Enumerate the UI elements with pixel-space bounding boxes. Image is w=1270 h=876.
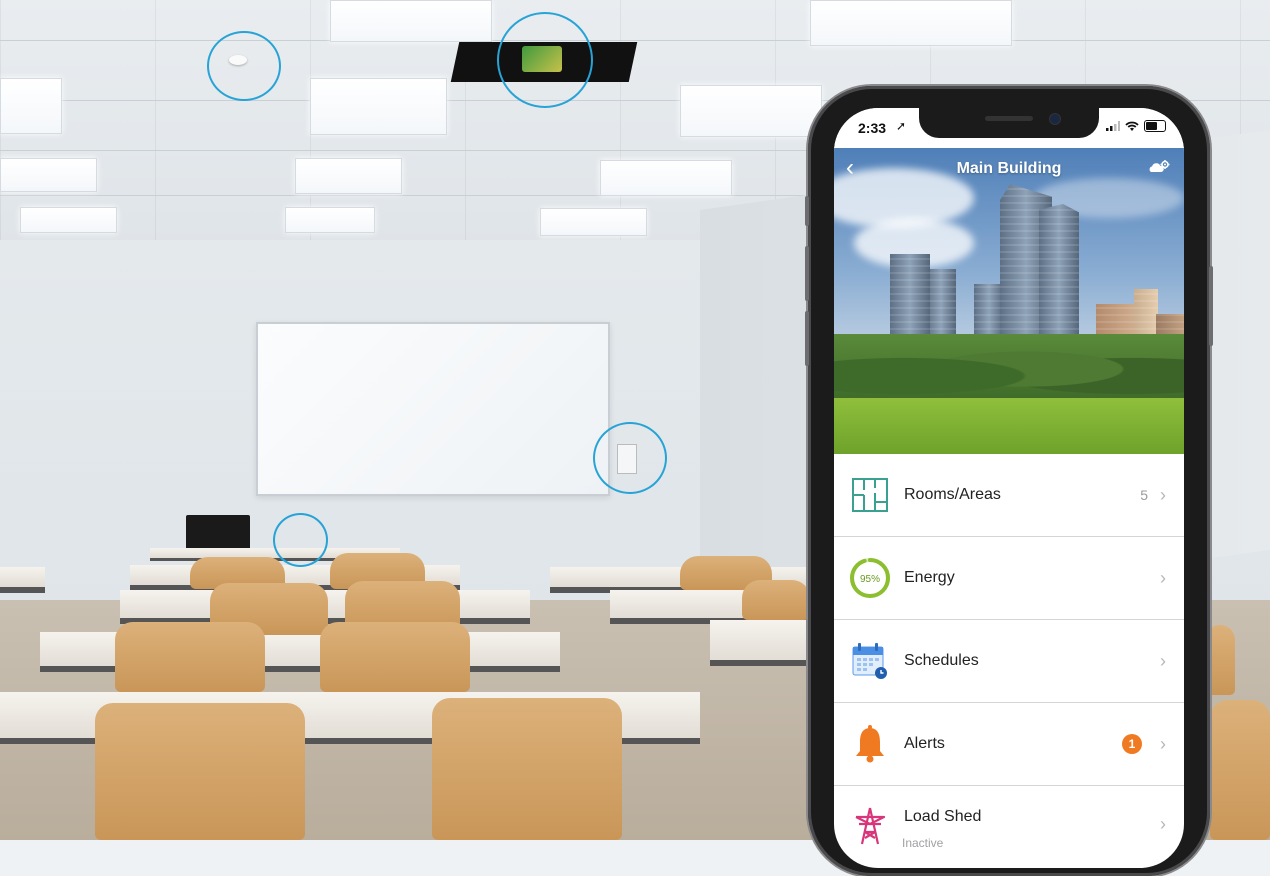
ceiling-light [20, 207, 117, 233]
student-desk [710, 620, 810, 666]
energy-percent-label: 95% [860, 574, 880, 585]
building-hero-image [834, 148, 1184, 454]
phone-screen: 2:33 ➚ ‹ Main Building Rooms/Areas 5 › 9… [834, 108, 1184, 868]
wifi-icon [1125, 121, 1139, 131]
chevron-right-icon: › [1160, 650, 1166, 671]
menu-item-load-shed[interactable]: Load Shed Inactive › [834, 786, 1184, 868]
page-title: Main Building [956, 160, 1062, 177]
ceiling-light [540, 208, 647, 236]
chair [320, 622, 470, 692]
ceiling-light [310, 78, 447, 135]
status-time: 2:33 [858, 120, 887, 136]
phone-volume-button [805, 311, 809, 366]
chevron-right-icon: › [1160, 814, 1166, 834]
signal-icon [1106, 121, 1120, 131]
chair [742, 580, 810, 620]
phone-volume-button [805, 246, 809, 301]
menu-item-label: Rooms/Areas [904, 486, 1001, 503]
battery-icon [1144, 120, 1166, 132]
menu-item-rooms-areas[interactable]: Rooms/Areas 5 › [834, 454, 1184, 537]
speaker-grille [985, 116, 1033, 121]
phone-power-button [1209, 266, 1213, 346]
status-icons [1106, 120, 1166, 132]
menu-item-label: Energy [904, 569, 955, 586]
menu-item-label: Alerts [904, 735, 945, 752]
ceiling-light [295, 158, 402, 194]
menu-item-label: Load Shed [904, 808, 982, 825]
location-arrow-icon: ➚ [896, 119, 907, 133]
switch-highlight-ring [593, 422, 667, 494]
controller-highlight-ring [497, 12, 593, 108]
menu-item-alerts[interactable]: Alerts 1 › [834, 703, 1184, 786]
phone-notch [919, 108, 1099, 138]
ceiling-light [0, 158, 97, 192]
tree-line [834, 334, 1184, 404]
ceiling-light [810, 0, 1012, 46]
floorplan-icon [848, 473, 892, 517]
menu-item-label: Schedules [904, 652, 979, 669]
smartphone-frame: 2:33 ➚ ‹ Main Building Rooms/Areas 5 › 9… [805, 86, 1213, 876]
menu-item-energy[interactable]: 95% Energy › [834, 537, 1184, 620]
chevron-right-icon: › [1160, 567, 1166, 588]
cloud-settings-icon[interactable] [1148, 160, 1170, 176]
chevron-right-icon: › [1160, 484, 1166, 505]
chair [432, 698, 622, 840]
whiteboard [256, 322, 610, 496]
ceiling-light [330, 0, 492, 42]
student-desk [0, 567, 45, 593]
lawn [834, 398, 1184, 454]
front-camera [1049, 113, 1061, 125]
ceiling-sensor-highlight-ring [207, 31, 281, 101]
desk-device-highlight-ring [273, 513, 328, 567]
chair [115, 622, 265, 692]
load-shed-status: Inactive [902, 836, 944, 850]
ceiling-light [0, 78, 62, 134]
power-tower-icon [848, 804, 892, 848]
ceiling-light [680, 85, 822, 137]
alert-count-badge: 1 [1122, 734, 1142, 754]
chevron-right-icon: › [1160, 733, 1166, 754]
rooms-count: 5 [1140, 487, 1148, 503]
chair [1210, 700, 1270, 840]
bell-icon [848, 722, 892, 766]
building-menu: Rooms/Areas 5 › 95% Energy › Schedules ›… [834, 454, 1184, 868]
ceiling-light [600, 160, 732, 196]
phone-side-button [805, 196, 809, 226]
energy-ring-icon: 95% [848, 556, 892, 600]
chair [95, 703, 305, 840]
ceiling-light [285, 207, 375, 233]
calendar-clock-icon [848, 639, 892, 683]
ceiling-grid-line [0, 40, 1270, 41]
menu-item-schedules[interactable]: Schedules › [834, 620, 1184, 703]
